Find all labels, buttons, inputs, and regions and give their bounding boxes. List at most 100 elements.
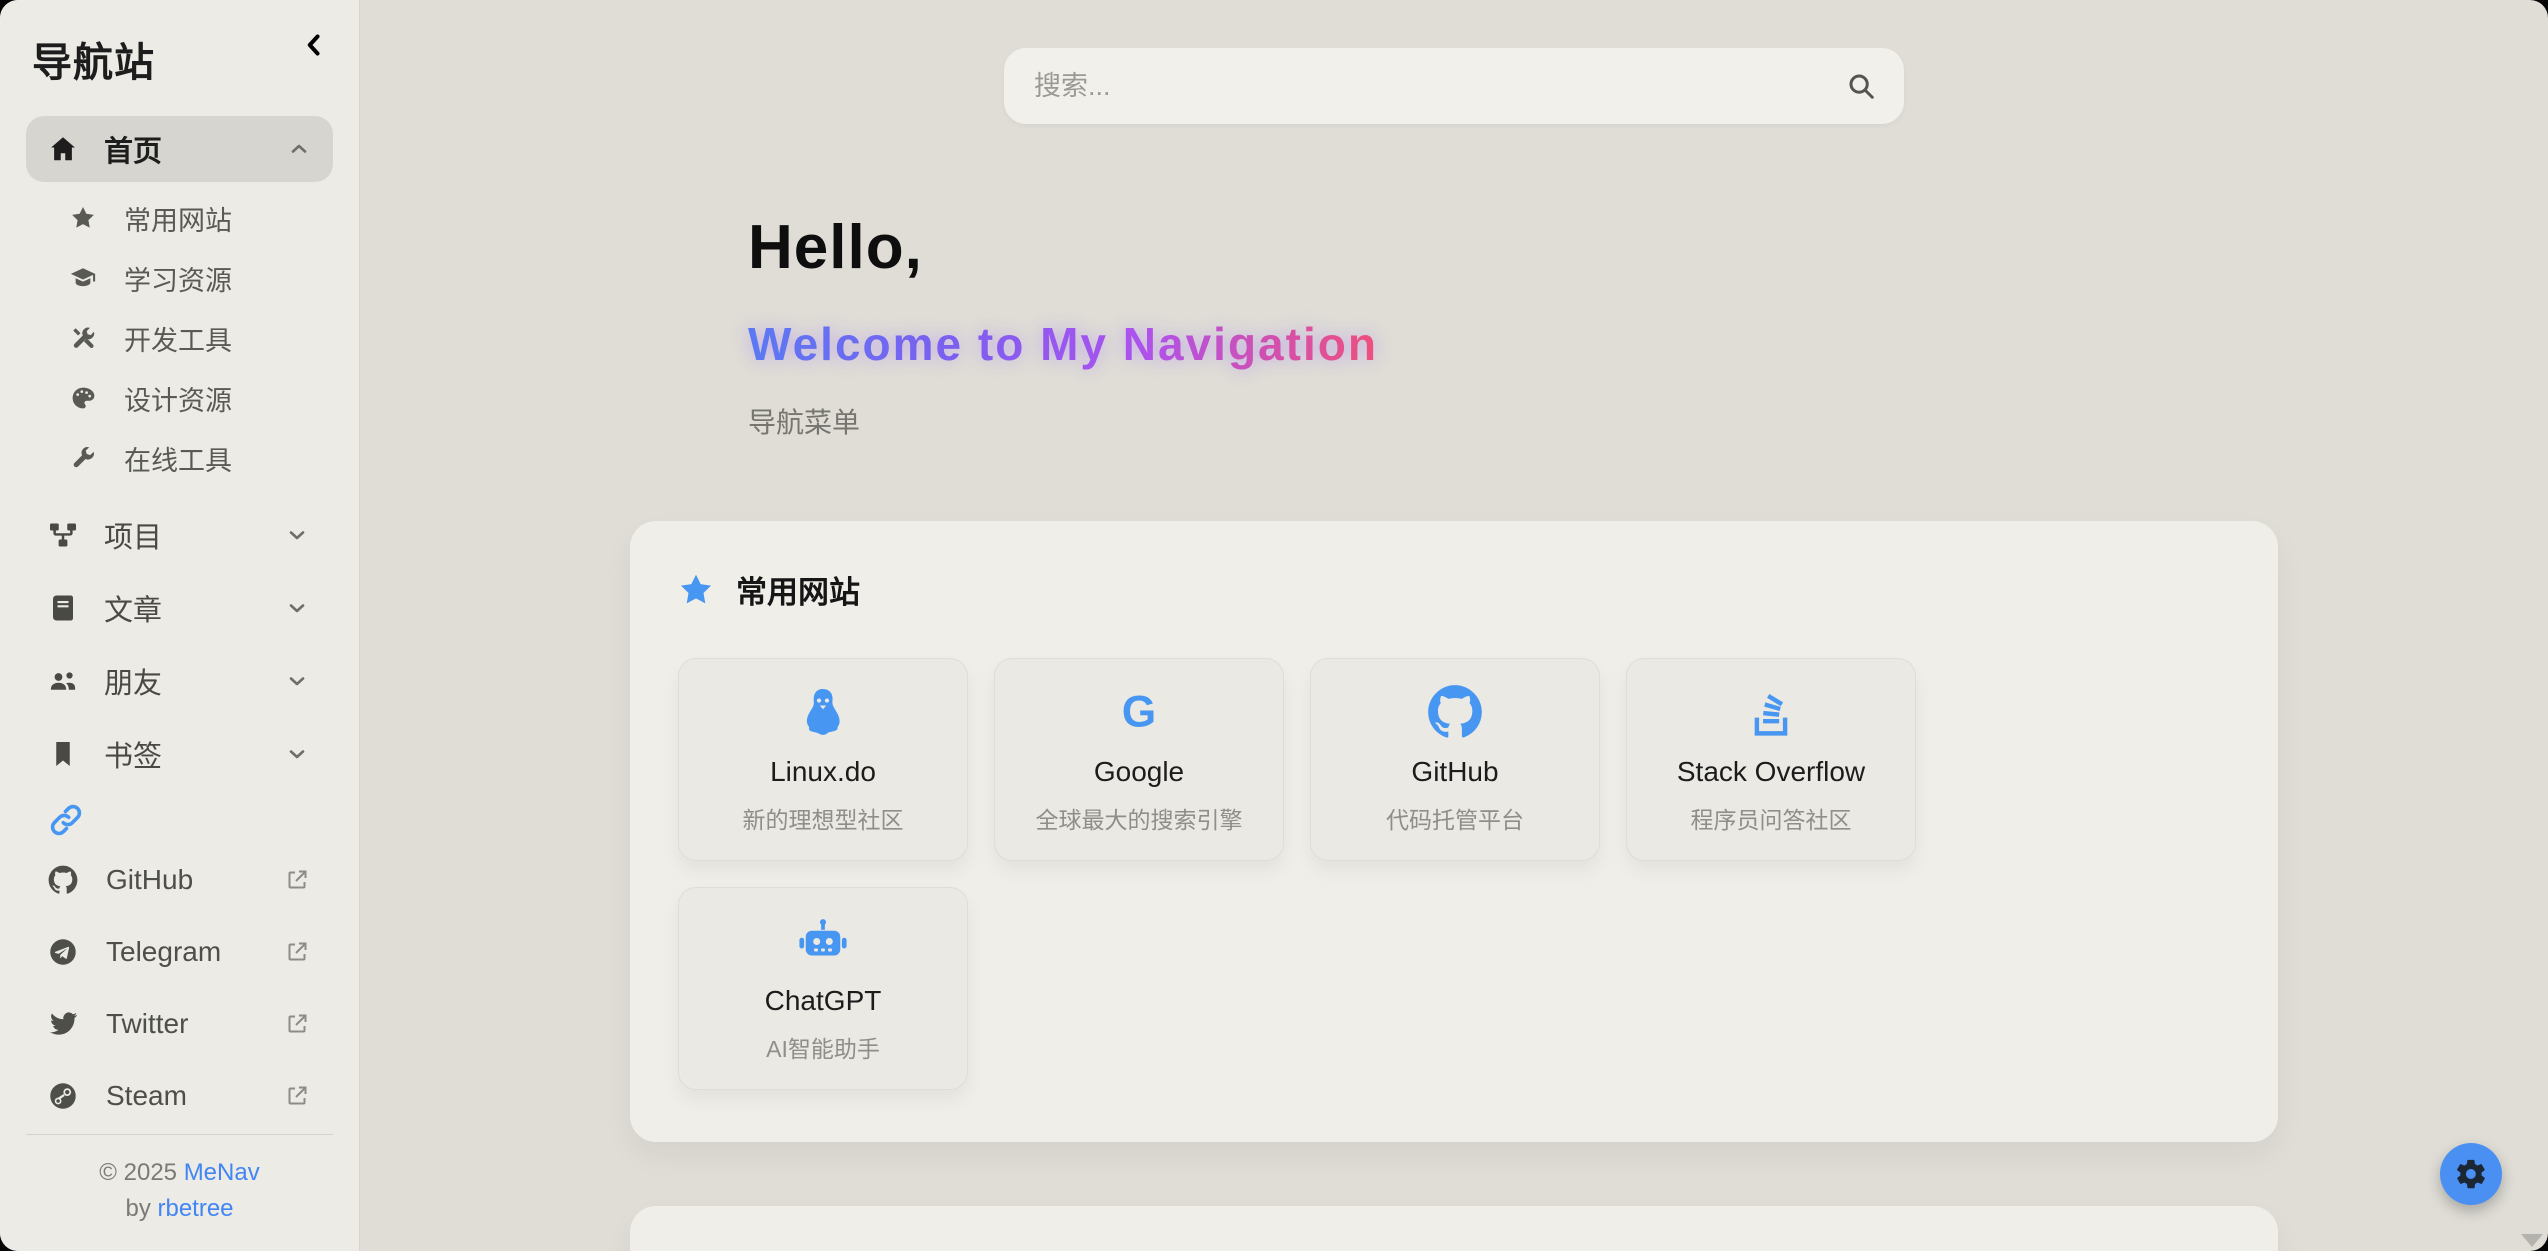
content: Hello, Welcome to My Navigation 导航菜单 常用网… — [630, 124, 2278, 1251]
site-card-title: ChatGPT — [765, 985, 882, 1017]
sections: 常用网站 Linux.do新的理想型社区 G Google 全球最大的搜索引擎 GitHu… — [630, 521, 2278, 1251]
gear-icon — [2454, 1157, 2488, 1191]
author-line: by rbetree — [26, 1191, 333, 1227]
chevron-down-icon[interactable] — [285, 596, 309, 620]
section-学习资源: 学习资源哔哩哔哩?知乎掘金LeetCode — [630, 1206, 2278, 1251]
site-card-description: 程序员问答社区 — [1691, 801, 1852, 835]
home-icon — [48, 134, 78, 164]
external-link-icon — [285, 940, 309, 964]
search-bar — [1004, 48, 1904, 124]
chevron-down-icon[interactable] — [285, 523, 309, 547]
sidebar-item-label: 文章 — [104, 587, 285, 629]
search-icon[interactable] — [1846, 71, 1876, 101]
sidebar-item-朋友[interactable]: 朋友 — [26, 644, 333, 717]
chevron-down-icon[interactable] — [285, 742, 309, 766]
chevron-left-icon[interactable] — [297, 28, 331, 62]
sidebar-item-项目[interactable]: 项目 — [26, 498, 333, 571]
sidebar-item-首页[interactable]: 首页 — [26, 116, 333, 182]
social-link-github[interactable]: GitHub — [26, 844, 333, 916]
copyright-line: © 2025 MeNav — [26, 1155, 333, 1191]
bookmark-icon — [48, 739, 78, 769]
site-card-Stack Overflow[interactable]: Stack Overflow 程序员问答社区 — [1626, 658, 1916, 861]
github-icon — [48, 865, 78, 895]
external-link-icon — [285, 1084, 309, 1108]
palette-icon — [70, 385, 96, 411]
sidebar-item-label: 朋友 — [104, 660, 285, 702]
sidebar-item-label: 项目 — [104, 514, 285, 556]
social-link-label: GitHub — [106, 864, 285, 896]
link-icon — [48, 802, 84, 838]
sidebar-item-书签[interactable]: 书签 — [26, 717, 333, 790]
sidebar: 导航站 首页常用网站学习资源开发工具设计资源在线工具项目文章朋友书签 GitHu… — [0, 0, 360, 1251]
external-link-icon — [285, 1012, 309, 1036]
hero-tagline: 导航菜单 — [748, 401, 2278, 441]
chevron-up-icon[interactable] — [287, 137, 311, 161]
telegram-icon — [48, 937, 78, 967]
hero: Hello, Welcome to My Navigation 导航菜单 — [630, 124, 2278, 441]
svg-text:G: G — [1122, 688, 1156, 737]
sidebar-sublist: 常用网站学习资源开发工具设计资源在线工具 — [70, 188, 333, 488]
sidebar-item-文章[interactable]: 文章 — [26, 571, 333, 644]
social-link-label: Telegram — [106, 936, 285, 968]
site-card-title: Linux.do — [770, 756, 876, 788]
site-card-Google[interactable]: G Google 全球最大的搜索引擎 — [994, 658, 1284, 861]
steam-icon — [48, 1081, 78, 1111]
sidebar-subitem-设计资源[interactable]: 设计资源 — [70, 368, 333, 428]
settings-fab-button[interactable] — [2440, 1143, 2502, 1205]
brand-link[interactable]: MeNav — [184, 1159, 260, 1186]
hero-subtitle: Welcome to My Navigation — [748, 317, 1378, 371]
app-window: 导航站 首页常用网站学习资源开发工具设计资源在线工具项目文章朋友书签 GitHu… — [0, 0, 2548, 1251]
sidebar-subitem-学习资源[interactable]: 学习资源 — [70, 248, 333, 308]
star-icon — [678, 572, 714, 608]
copyright-prefix: © 2025 — [99, 1159, 183, 1186]
card-grid: Linux.do新的理想型社区 G Google 全球最大的搜索引擎 GitHub 代码托… — [678, 658, 2230, 1090]
social-link-twitter[interactable]: Twitter — [26, 988, 333, 1060]
star-icon — [70, 205, 96, 231]
sidebar-subitem-常用网站[interactable]: 常用网站 — [70, 188, 333, 248]
stackoverflow-icon — [1743, 684, 1799, 740]
social-link-label: Steam — [106, 1080, 285, 1112]
hero-greeting: Hello, — [748, 212, 2278, 283]
social-link-telegram[interactable]: Telegram — [26, 916, 333, 988]
author-link[interactable]: rbetree — [157, 1195, 233, 1222]
graduation-cap-icon — [70, 265, 96, 291]
site-card-title: GitHub — [1411, 756, 1498, 788]
book-icon — [48, 593, 78, 623]
sidebar-subitem-开发工具[interactable]: 开发工具 — [70, 308, 333, 368]
section-header: 常用网站 — [678, 567, 2230, 612]
sidebar-nav: 首页常用网站学习资源开发工具设计资源在线工具项目文章朋友书签 — [26, 116, 333, 790]
site-card-description: 代码托管平台 — [1386, 801, 1524, 835]
search-input[interactable] — [1032, 70, 1846, 103]
sidebar-subitem-在线工具[interactable]: 在线工具 — [70, 428, 333, 488]
app-title: 导航站 — [32, 30, 327, 88]
social-link-steam[interactable]: Steam — [26, 1060, 333, 1132]
tools-icon — [70, 325, 96, 351]
sidebar-social-links: GitHub Telegram Twitter Steam — [26, 844, 333, 1132]
diagram-icon — [48, 520, 78, 550]
sidebar-subitem-label: 设计资源 — [124, 379, 232, 418]
social-link-label: Twitter — [106, 1008, 285, 1040]
chevron-down-icon[interactable] — [285, 669, 309, 693]
google-icon: G — [1111, 684, 1167, 740]
sidebar-item-label: 书签 — [104, 733, 285, 775]
site-card-ChatGPT[interactable]: ChatGPT AI智能助手 — [678, 887, 968, 1090]
site-card-Linux.do[interactable]: Linux.do新的理想型社区 — [678, 658, 968, 861]
site-card-description: 全球最大的搜索引擎 — [1036, 801, 1243, 835]
site-card-title: Google — [1094, 756, 1184, 788]
sidebar-footer: © 2025 MeNav by rbetree — [26, 1134, 333, 1227]
site-card-description: AI智能助手 — [766, 1030, 880, 1064]
sidebar-subitem-label: 开发工具 — [124, 319, 232, 358]
section-title: 常用网站 — [736, 567, 860, 612]
wrench-icon — [70, 445, 96, 471]
site-card-title: Stack Overflow — [1677, 756, 1865, 788]
sidebar-subitem-label: 常用网站 — [124, 199, 232, 238]
site-card-GitHub[interactable]: GitHub 代码托管平台 — [1310, 658, 1600, 861]
sidebar-item-label: 首页 — [104, 128, 287, 170]
sidebar-header: 导航站 — [26, 26, 333, 88]
twitter-icon — [48, 1009, 78, 1039]
sidebar-subitem-label: 在线工具 — [124, 439, 232, 478]
sidebar-subitem-label: 学习资源 — [124, 259, 232, 298]
github-icon — [1427, 684, 1483, 740]
robot-icon — [795, 913, 851, 969]
external-link-icon — [285, 868, 309, 892]
